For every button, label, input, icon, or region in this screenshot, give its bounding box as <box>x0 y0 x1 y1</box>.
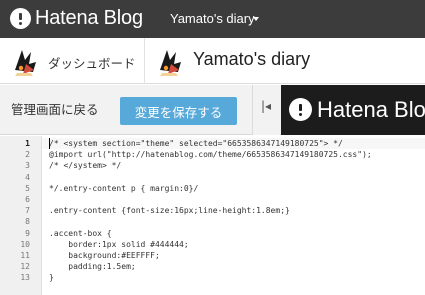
line-number: 10 <box>20 239 30 249</box>
line-number: 11 <box>20 251 30 260</box>
header-bar: ダッシュボード Yamato's diary <box>0 38 425 84</box>
code-line[interactable]: @import url("http://hatenablog.com/theme… <box>49 149 372 160</box>
line-number: 9 <box>25 228 30 238</box>
blog-switcher[interactable]: Yamato's diary <box>170 11 255 26</box>
caret-down-icon[interactable] <box>253 17 259 21</box>
code-line[interactable]: .entry-content {font-size:16px;line-heig… <box>49 205 290 216</box>
line-number: 6 <box>25 195 30 204</box>
brand-name[interactable]: Hatena Blog <box>35 7 143 30</box>
code-line[interactable]: /* </system> */ <box>49 160 121 171</box>
line-number: 1 <box>25 139 30 148</box>
code-line[interactable]: .accent-box { <box>49 228 112 239</box>
code-line[interactable]: } <box>49 272 54 283</box>
collapse-preview-button[interactable]: |◂ <box>252 85 280 135</box>
blog-avatar-icon[interactable] <box>154 44 188 78</box>
code-line[interactable]: background:#EEFFFF; <box>49 250 160 261</box>
line-number: 8 <box>25 217 30 227</box>
line-number: 3 <box>25 161 30 171</box>
blog-title[interactable]: Yamato's diary <box>193 49 310 70</box>
dashboard-link[interactable]: ダッシュボード <box>48 53 136 72</box>
line-number: 7 <box>25 206 30 216</box>
code-line[interactable]: */.entry-content p { margin:0}/ <box>49 183 198 194</box>
css-code-editor[interactable]: 1 2 3 4 5 6 7 8 9 10 11 12 13 /* <system… <box>0 136 425 295</box>
line-number: 12 <box>20 262 30 272</box>
back-to-admin-button[interactable]: 管理画面に戻る <box>11 98 99 122</box>
code-line[interactable]: /* <system section="theme" selected="665… <box>49 138 343 149</box>
line-number: 2 <box>25 150 30 160</box>
save-changes-button[interactable]: 変更を保存する <box>120 97 237 125</box>
avatar-icon[interactable] <box>9 44 43 78</box>
line-number: 13 <box>20 273 30 283</box>
collapse-icon: |◂ <box>261 99 272 113</box>
top-navigation-bar: Hatena Blog Yamato's diary <box>0 0 425 38</box>
preview-pane: Hatena Blog <box>281 85 425 135</box>
hatena-logo-icon <box>289 98 312 121</box>
hatena-logo-icon[interactable] <box>10 8 31 29</box>
header-divider <box>144 38 145 84</box>
code-line[interactable]: padding:1.5em; <box>49 261 135 272</box>
code-line[interactable]: border:1px solid #444444; <box>49 239 188 250</box>
text-cursor <box>49 138 50 149</box>
line-number: 5 <box>25 183 30 193</box>
line-number: 4 <box>25 172 30 182</box>
line-number-gutter: 1 2 3 4 5 6 7 8 9 10 11 12 13 <box>0 136 42 295</box>
preview-brand: Hatena Blog <box>317 97 425 122</box>
